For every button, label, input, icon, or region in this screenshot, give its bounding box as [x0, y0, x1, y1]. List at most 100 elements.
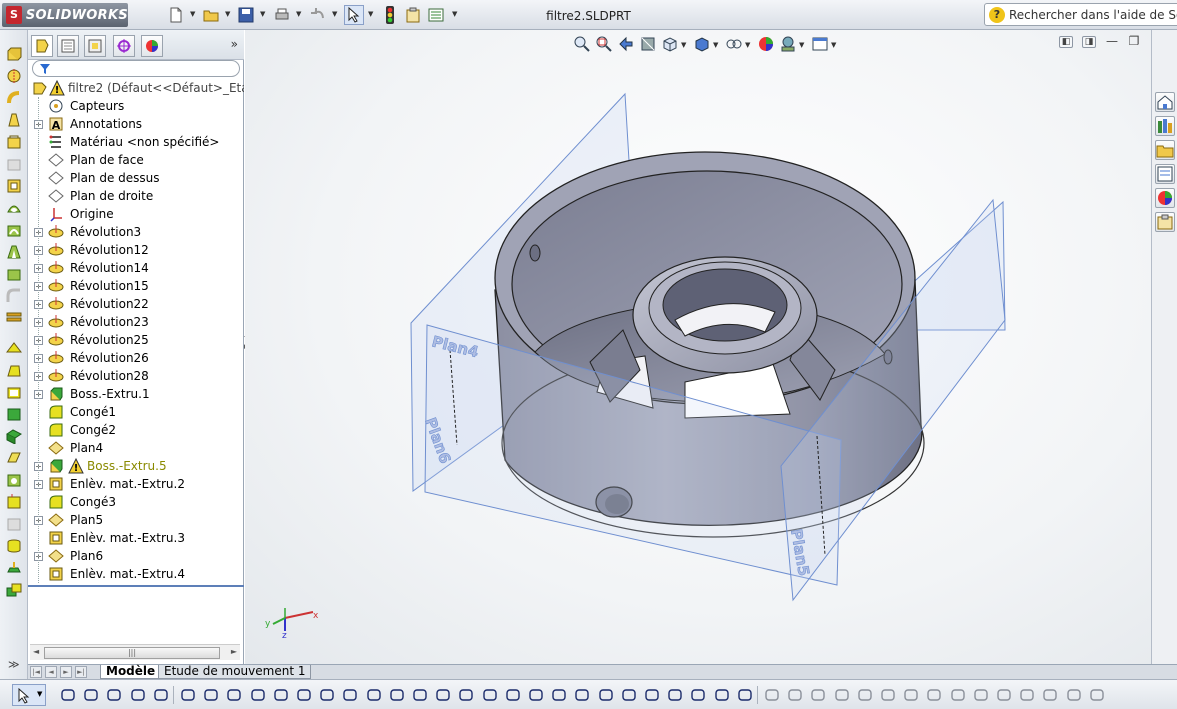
equation-curve-icon[interactable] [644, 687, 660, 703]
rebuild-sketch-icon[interactable] [153, 687, 169, 703]
revolved-cut-icon[interactable] [6, 200, 22, 216]
swept-cut-icon[interactable] [6, 222, 22, 238]
perimeter-circle-icon[interactable] [458, 687, 474, 703]
tree-item[interactable]: Congé2 [28, 421, 244, 439]
tree-item[interactable]: Enlèv. mat.-Extru.3 [28, 529, 244, 547]
boundary-boss-icon[interactable] [6, 134, 22, 150]
boundary-disabled-icon[interactable] [6, 156, 22, 172]
parallelogram-icon[interactable] [273, 687, 289, 703]
cylinder-icon[interactable] [6, 538, 22, 554]
extruded-cut-icon[interactable] [6, 178, 22, 194]
tab-dimxpert-manager[interactable] [113, 35, 135, 57]
next-tab-icon[interactable]: ► [60, 666, 72, 678]
split-icon[interactable] [6, 560, 22, 576]
parabola-icon[interactable] [574, 687, 590, 703]
last-tab-icon[interactable]: ►| [75, 666, 87, 678]
intersect-icon[interactable] [6, 428, 22, 444]
point-icon[interactable] [667, 687, 683, 703]
line-icon[interactable] [180, 687, 196, 703]
diamond-icon[interactable] [250, 687, 266, 703]
tree-item[interactable]: + Boss.-Extru.1 [28, 385, 244, 403]
select-tool-button[interactable]: ▼ [12, 684, 46, 706]
rotate-icon[interactable] [996, 687, 1012, 703]
tree-item[interactable]: Plan4 [28, 439, 244, 457]
loft-boss-icon[interactable] [6, 112, 22, 128]
tab-display-manager[interactable] [141, 35, 163, 57]
text-icon[interactable] [714, 687, 730, 703]
tree-item[interactable]: + Révolution3 [28, 223, 244, 241]
centerpoint-arc-slot-icon[interactable] [389, 687, 405, 703]
swept-boss-icon[interactable] [6, 90, 22, 106]
print-button[interactable] [272, 5, 292, 25]
tab-feature-tree[interactable] [31, 35, 53, 57]
options-button[interactable] [426, 5, 446, 25]
sketch-fillet-icon[interactable] [130, 687, 146, 703]
graphics-area[interactable]: ▼ ▼ ▼ ▼ ▼ ◧ ◨ — ❐ ✕ [245, 30, 1151, 664]
parallelogram-alt-icon[interactable] [296, 687, 312, 703]
tree-item[interactable]: Matériau <non spécifié> [28, 133, 244, 151]
rebuild-button[interactable] [380, 5, 400, 25]
extruded-boss-icon[interactable] [6, 46, 22, 62]
mirror-icon[interactable] [903, 687, 919, 703]
tree-root[interactable]: ! filtre2 (Défaut<<Défaut>_Etat d'affich… [28, 79, 244, 97]
boundary-cut-icon[interactable] [6, 266, 22, 282]
open-dropdown-icon[interactable]: ▼ [225, 10, 230, 18]
tree-item[interactable]: + Révolution26 [28, 349, 244, 367]
tree-item[interactable]: + Révolution28 [28, 367, 244, 385]
feature-tree-filter[interactable] [32, 60, 240, 77]
three-point-arc-icon[interactable] [528, 687, 544, 703]
tree-item[interactable]: + Plan6 [28, 547, 244, 565]
tab-model[interactable]: Modèle [100, 665, 162, 679]
draft-icon[interactable] [6, 362, 22, 378]
wrap-icon[interactable] [6, 406, 22, 422]
scroll-thumb[interactable]: ||| [44, 647, 220, 659]
curves-icon[interactable] [6, 472, 22, 488]
dynamic-mirror-icon[interactable] [926, 687, 942, 703]
first-tab-icon[interactable]: |◄ [30, 666, 42, 678]
shell-icon[interactable] [6, 384, 22, 400]
freeform-disabled-icon[interactable] [6, 516, 22, 532]
design-library-button[interactable] [1155, 116, 1175, 136]
circular-pattern-icon[interactable] [1089, 687, 1105, 703]
solidworks-resources-button[interactable] [1155, 92, 1175, 112]
spline-icon[interactable] [598, 687, 614, 703]
tree-item[interactable]: + Révolution12 [28, 241, 244, 259]
save-button[interactable] [236, 5, 256, 25]
slot-icon[interactable] [319, 687, 335, 703]
toolbar-expand-chevron-icon[interactable]: ≫ [8, 658, 20, 671]
file-properties-button[interactable] [403, 5, 423, 25]
tab-motion-study[interactable]: Etude de mouvement 1 [158, 665, 312, 679]
tree-item[interactable]: + A Annotations [28, 115, 244, 133]
tree-item[interactable]: Plan de dessus [28, 169, 244, 187]
copy-icon[interactable] [973, 687, 989, 703]
tree-item[interactable]: + Enlèv. mat.-Extru.2 [28, 475, 244, 493]
tree-item[interactable]: + Révolution15 [28, 277, 244, 295]
tree-item[interactable]: Enlèv. mat.-Extru.4 [28, 565, 244, 583]
select-button[interactable] [344, 5, 364, 25]
prev-tab-icon[interactable]: ◄ [45, 666, 57, 678]
ellipse-icon[interactable] [551, 687, 567, 703]
tree-item[interactable]: Plan de face [28, 151, 244, 169]
polygon-icon[interactable] [412, 687, 428, 703]
3d-sketch-icon[interactable] [106, 687, 122, 703]
tree-item[interactable]: + Révolution25 [28, 331, 244, 349]
lofted-cut-icon[interactable] [6, 244, 22, 260]
combine-icon[interactable] [6, 582, 22, 598]
solidworks-menu-button[interactable]: S SOLIDWORKS ▸ [2, 3, 128, 27]
view-palette-button[interactable] [1155, 164, 1175, 184]
centerline-icon[interactable] [690, 687, 706, 703]
trim-icon[interactable] [764, 687, 780, 703]
tree-item[interactable]: + Révolution14 [28, 259, 244, 277]
rib-icon[interactable] [6, 340, 22, 356]
scroll-right-icon[interactable]: ► [231, 647, 237, 656]
smart-dimension-icon[interactable] [83, 687, 99, 703]
rectangle-icon[interactable] [203, 687, 219, 703]
extend-icon[interactable] [787, 687, 803, 703]
fillet-disabled-icon[interactable] [6, 288, 22, 304]
help-search-box[interactable]: ? Rechercher dans l'aide de SolidWorks [984, 3, 1177, 26]
tree-item[interactable]: Plan de droite [28, 187, 244, 205]
select-dropdown-icon[interactable]: ▼ [368, 10, 373, 18]
center-slot-icon[interactable] [342, 687, 358, 703]
scale-icon[interactable] [1019, 687, 1035, 703]
circle-icon[interactable] [435, 687, 451, 703]
